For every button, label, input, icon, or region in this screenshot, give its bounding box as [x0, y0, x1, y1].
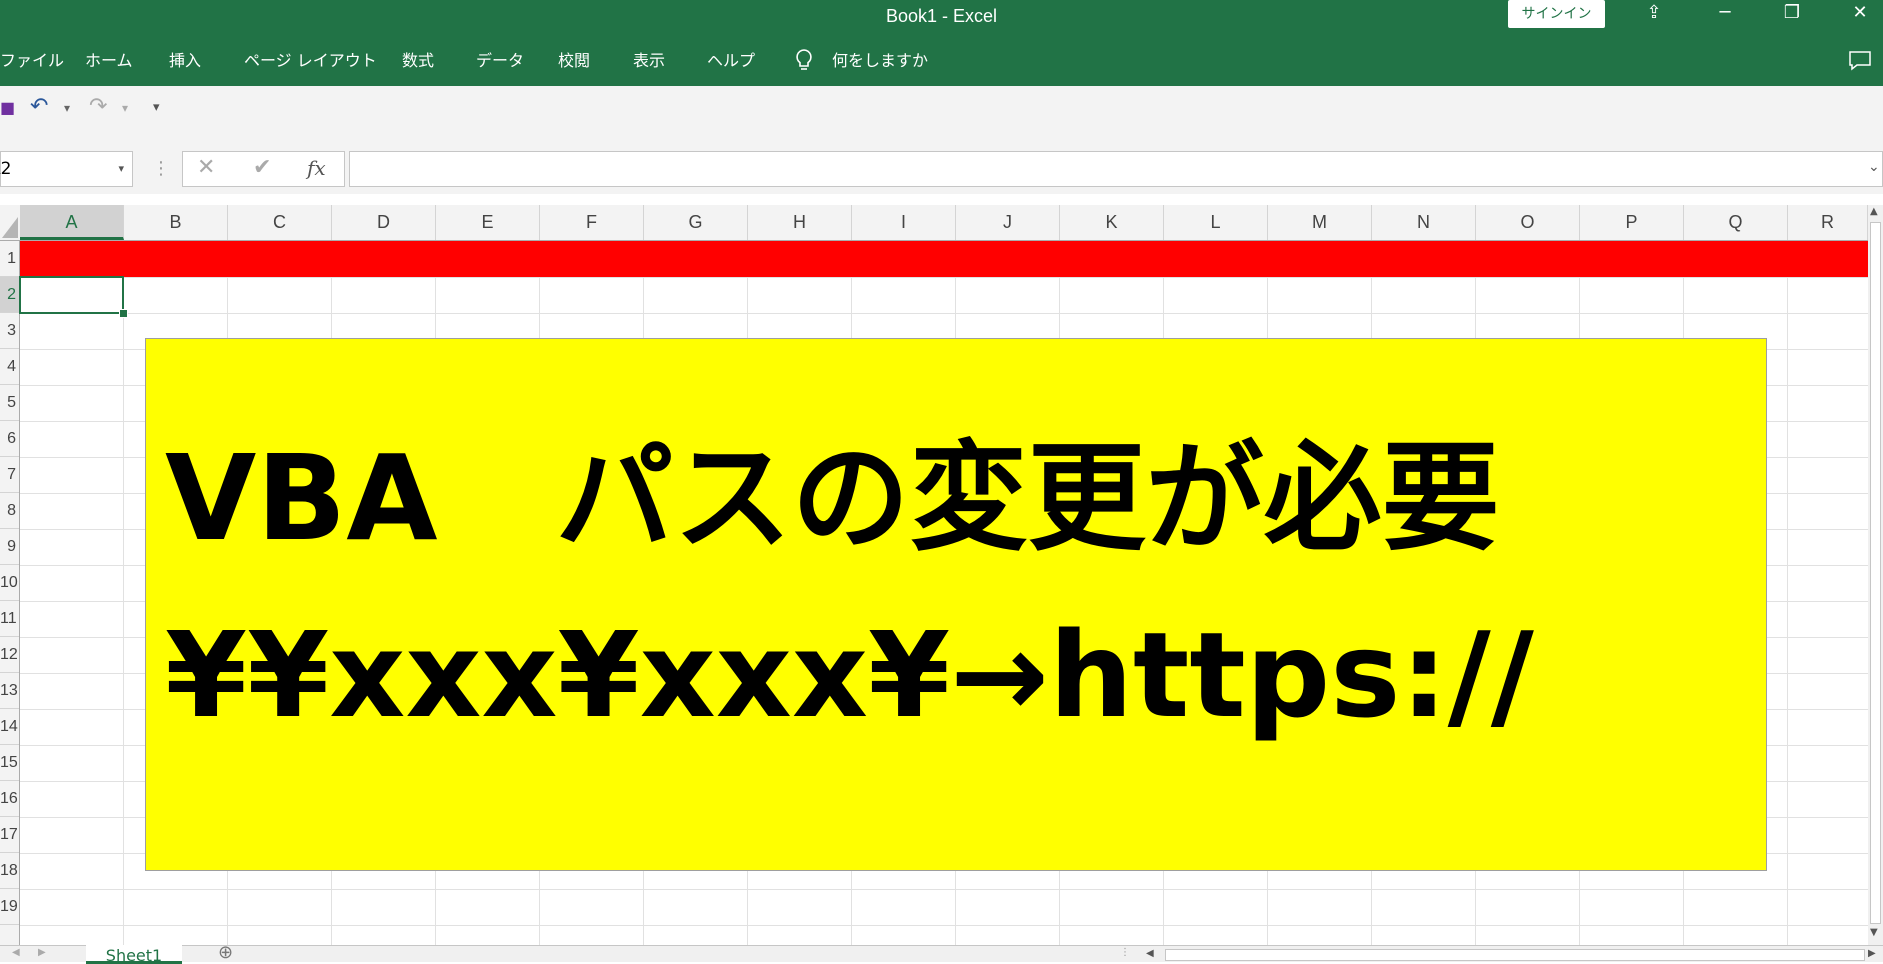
row-header-6[interactable]: 6 — [0, 421, 19, 457]
row-header-18[interactable]: 18 — [0, 853, 19, 889]
column-header-l[interactable]: L — [1164, 205, 1268, 240]
row-header-7[interactable]: 7 — [0, 457, 19, 493]
column-header-r[interactable]: R — [1788, 205, 1868, 240]
formula-input[interactable] — [349, 151, 1883, 187]
column-header-e[interactable]: E — [436, 205, 540, 240]
enter-icon[interactable]: ✔ — [253, 155, 271, 180]
select-all-corner[interactable] — [0, 205, 20, 240]
menu-home[interactable]: ホーム — [85, 46, 133, 76]
column-header-j[interactable]: J — [956, 205, 1060, 240]
row-header-16[interactable]: 16 — [0, 781, 19, 817]
vertical-scrollbar[interactable]: ▲ ▼ — [1868, 205, 1883, 945]
column-header-g[interactable]: G — [644, 205, 748, 240]
column-header-b[interactable]: B — [124, 205, 228, 240]
column-header-a[interactable]: A — [20, 205, 124, 240]
row-header-15[interactable]: 15 — [0, 745, 19, 781]
next-sheet-icon[interactable]: ▶ — [38, 947, 46, 958]
menu-help[interactable]: ヘルプ — [707, 46, 755, 76]
signin-button[interactable]: サインイン — [1508, 0, 1605, 28]
scroll-left-icon[interactable]: ◀ — [1146, 948, 1154, 959]
active-cell-a2[interactable] — [19, 276, 124, 314]
prev-sheet-icon[interactable]: ◀ — [12, 947, 20, 958]
column-header-k[interactable]: K — [1060, 205, 1164, 240]
add-sheet-icon[interactable]: ⊕ — [218, 944, 233, 962]
scroll-up-icon[interactable]: ▲ — [1870, 206, 1878, 217]
menu-formulas[interactable]: 数式 — [402, 46, 434, 76]
row-header-13[interactable]: 13 — [0, 673, 19, 709]
tab-splitter-icon[interactable]: ⋮ — [1120, 947, 1130, 958]
column-header-h[interactable]: H — [748, 205, 852, 240]
tell-me-search[interactable]: 何をしますか — [832, 46, 928, 76]
cancel-icon[interactable]: ✕ — [197, 155, 215, 180]
menu-view[interactable]: 表示 — [633, 46, 665, 76]
horizontal-scroll-thumb[interactable] — [1165, 949, 1865, 961]
name-box-dropdown-icon[interactable]: ▾ — [118, 152, 124, 186]
menu-file[interactable]: ファイル — [0, 46, 64, 76]
ribbon-display-options-icon[interactable]: ⇪ — [1634, 0, 1674, 28]
column-header-d[interactable]: D — [332, 205, 436, 240]
row-header-10[interactable]: 10 — [0, 565, 19, 601]
menu-page-layout[interactable]: ページ レイアウト — [244, 46, 377, 76]
minimize-icon[interactable]: ─ — [1705, 0, 1745, 28]
menu-insert[interactable]: 挿入 — [169, 46, 201, 76]
row-1-red-fill[interactable] — [20, 241, 1868, 277]
row-header-5[interactable]: 5 — [0, 385, 19, 421]
row-header-17[interactable]: 17 — [0, 817, 19, 853]
row-header-2[interactable]: 2 — [0, 277, 19, 313]
redo-icon[interactable]: ↷ — [89, 94, 107, 119]
fill-handle[interactable] — [119, 309, 128, 318]
customize-toolbar-icon[interactable]: ▾ — [153, 100, 160, 115]
column-header-p[interactable]: P — [1580, 205, 1684, 240]
textbox-line-1: VBA パスの変更が必要 — [165, 429, 1500, 567]
scroll-right-icon[interactable]: ▶ — [1868, 948, 1876, 959]
expand-formula-bar-icon[interactable]: ⌄ — [1868, 159, 1880, 175]
row-header-14[interactable]: 14 — [0, 709, 19, 745]
sheet-tab-sheet1[interactable]: Sheet1 — [86, 945, 182, 964]
column-header-q[interactable]: Q — [1684, 205, 1788, 240]
formula-bar-splitter-icon[interactable]: ⋮ — [152, 158, 170, 179]
vertical-scroll-thumb[interactable] — [1870, 222, 1881, 924]
textbox-line-2: ¥¥xxx¥xxx¥→https:// — [165, 606, 1534, 744]
column-header-o[interactable]: O — [1476, 205, 1580, 240]
undo-icon[interactable]: ↶ — [30, 94, 48, 119]
name-box-value: A2 — [0, 159, 12, 179]
column-header-i[interactable]: I — [852, 205, 956, 240]
lightbulb-icon[interactable] — [794, 46, 814, 76]
formula-buttons: ✕ ✔ fx — [182, 151, 345, 187]
menu-data[interactable]: データ — [476, 46, 524, 76]
column-header-f[interactable]: F — [540, 205, 644, 240]
row-header-4[interactable]: 4 — [0, 349, 19, 385]
row-header-11[interactable]: 11 — [0, 601, 19, 637]
row-header-19[interactable]: 19 — [0, 889, 19, 925]
save-icon[interactable]: ■ — [0, 98, 15, 117]
restore-icon[interactable]: ❐ — [1772, 0, 1812, 28]
insert-function-icon[interactable]: fx — [307, 156, 326, 180]
row-header-1[interactable]: 1 — [0, 241, 19, 277]
menu-review[interactable]: 校閲 — [558, 46, 590, 76]
row-headers: 1 2 3 4 5 6 7 8 9 10 11 12 13 14 15 16 1… — [0, 241, 20, 945]
row-header-3[interactable]: 3 — [0, 313, 19, 349]
column-header-m[interactable]: M — [1268, 205, 1372, 240]
comments-icon[interactable] — [1848, 50, 1872, 76]
undo-dropdown-icon[interactable]: ▾ — [64, 101, 70, 115]
row-header-12[interactable]: 12 — [0, 637, 19, 673]
column-header-c[interactable]: C — [228, 205, 332, 240]
close-icon[interactable]: ✕ — [1840, 0, 1880, 28]
quick-access-toolbar — [0, 86, 1883, 146]
column-header-n[interactable]: N — [1372, 205, 1476, 240]
redo-dropdown-icon[interactable]: ▾ — [122, 101, 128, 115]
scroll-down-icon[interactable]: ▼ — [1870, 927, 1878, 938]
row-header-8[interactable]: 8 — [0, 493, 19, 529]
column-headers: A B C D E F G H I J K L M N O P Q R — [0, 205, 1868, 241]
name-box[interactable]: A2 ▾ — [0, 151, 133, 187]
row-header-9[interactable]: 9 — [0, 529, 19, 565]
